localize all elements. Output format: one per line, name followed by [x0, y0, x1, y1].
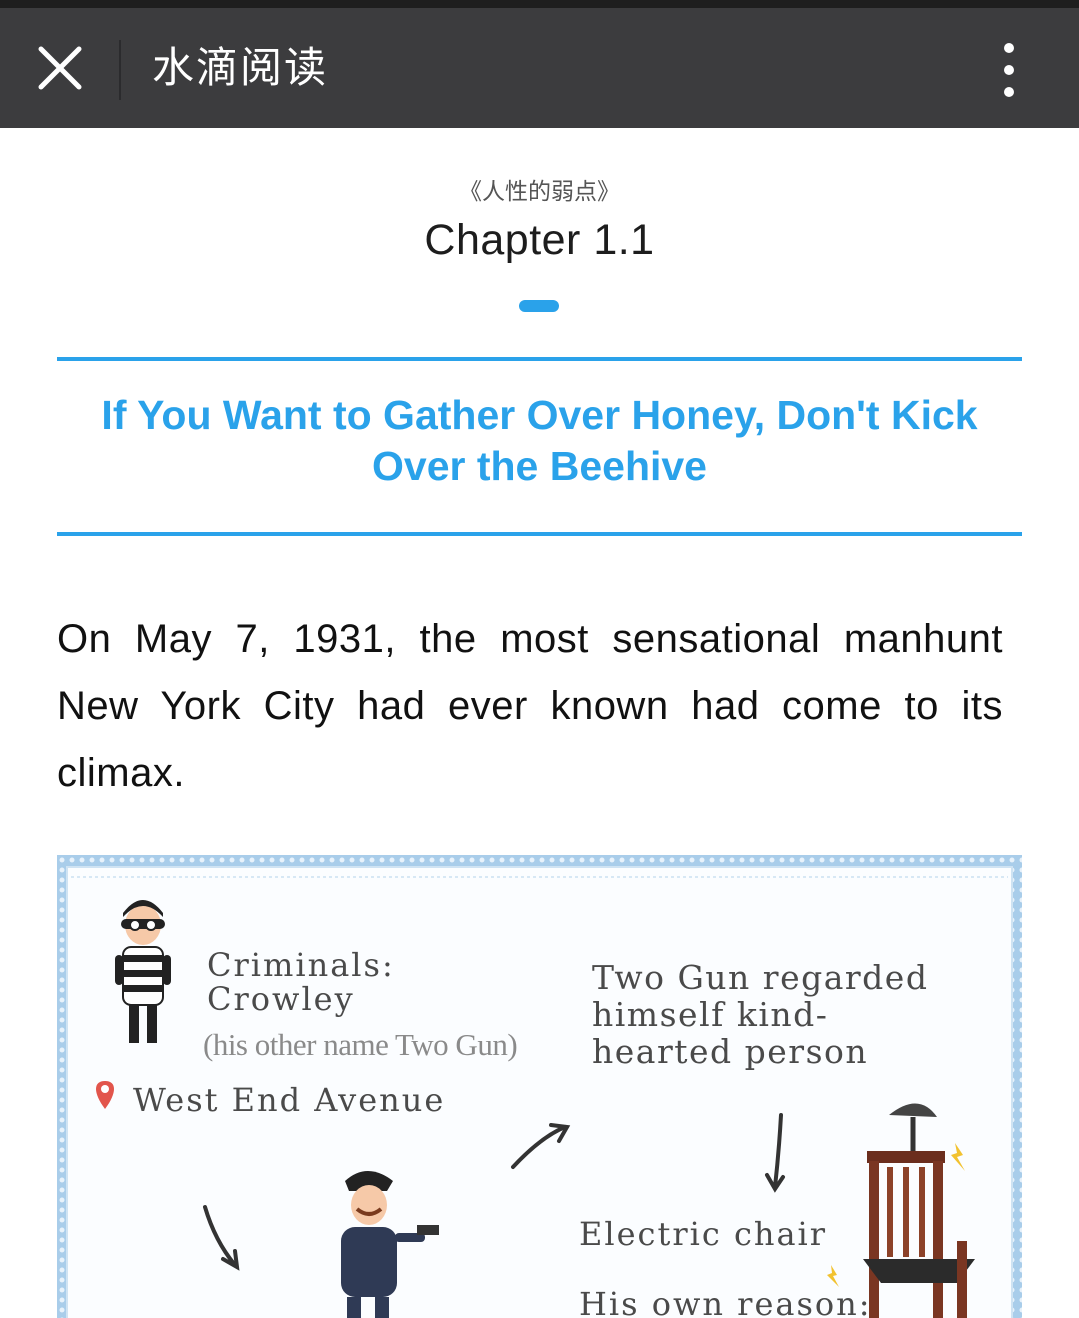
more-options-button[interactable] [985, 34, 1033, 106]
chapter-title: Chapter 1.1 [424, 216, 655, 264]
book-name: 《人性的弱点》 [459, 179, 620, 205]
app-title: 水滴阅读 [152, 43, 329, 92]
criminal-name: Crowley [207, 980, 355, 1018]
regarded-label: Two Gun regarded himself kind-hearted pe… [592, 958, 929, 1071]
nav-bar: 水滴阅读 [0, 8, 1079, 128]
close-icon [38, 46, 82, 90]
close-button[interactable] [22, 30, 98, 106]
heading-top-rule [57, 357, 1022, 361]
electric-chair-label: Electric chair [579, 1215, 828, 1253]
section-heading: If You Want to Gather Over Honey, Don't … [101, 392, 978, 489]
article-paragraph: On May 7, 1931, the most sensational man… [57, 617, 1003, 795]
status-strip [0, 0, 1079, 8]
more-vertical-icon [1004, 43, 1014, 97]
article-content: 《人性的弱点》 Chapter 1.1 If You Want to Gathe… [0, 128, 1079, 1318]
heading-bottom-rule [57, 532, 1022, 536]
nav-divider [119, 40, 121, 100]
story-illustration: Criminals: Crowley (his other name Two G… [57, 855, 1022, 1318]
location-label: West End Avenue [133, 1081, 446, 1119]
criminal-alias: (his other name Two Gun) [203, 1027, 518, 1062]
chapter-divider-dash [519, 300, 559, 312]
own-reason-label: His own reason: [579, 1285, 872, 1318]
criminals-label: Criminals: [207, 946, 395, 984]
